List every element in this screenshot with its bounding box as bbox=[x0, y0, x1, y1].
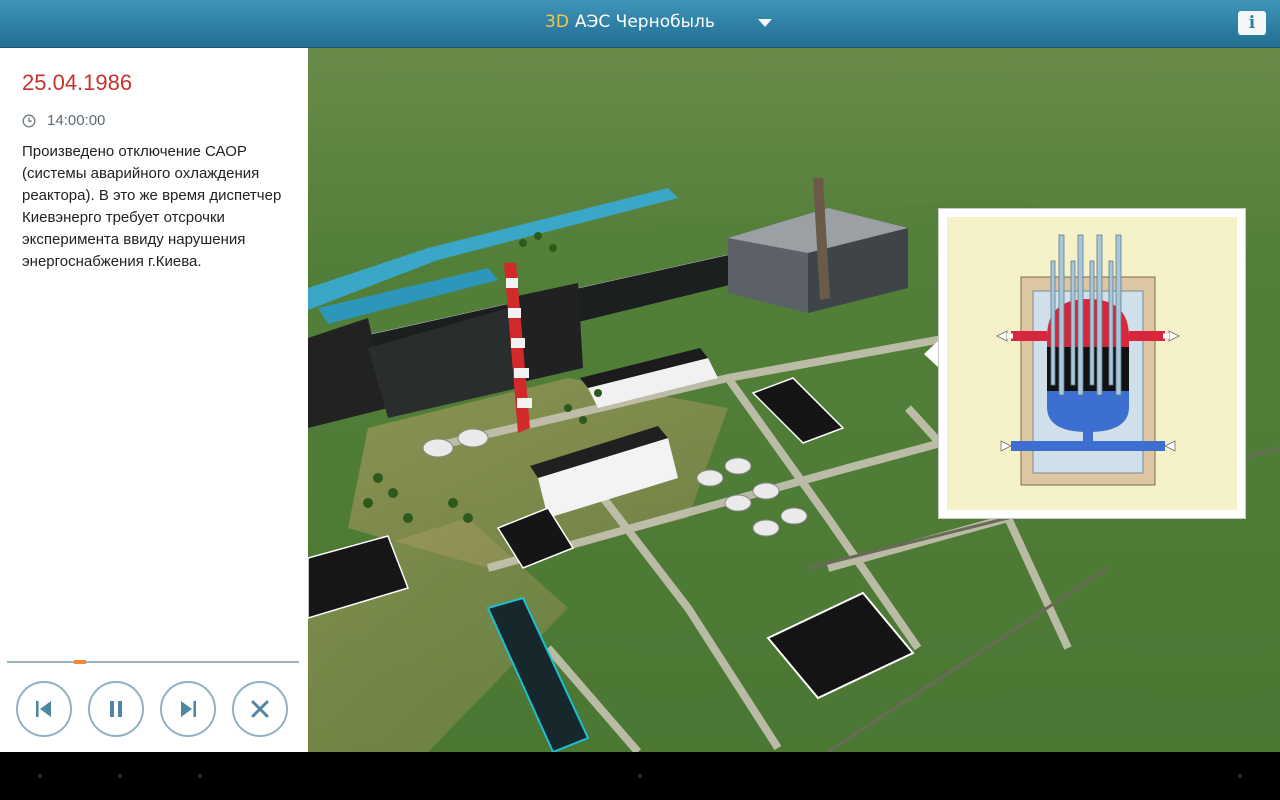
nav-dot bbox=[638, 774, 642, 778]
event-panel: 25.04.1986 14:00:00 Произведено отключен… bbox=[0, 48, 308, 752]
nav-dot bbox=[198, 774, 202, 778]
pause-button[interactable] bbox=[88, 681, 144, 737]
chevron-down-icon[interactable] bbox=[758, 19, 772, 27]
title-prefix: 3D bbox=[545, 12, 569, 32]
timeline-track[interactable] bbox=[7, 661, 299, 663]
event-date: 25.04.1986 bbox=[22, 70, 133, 95]
nav-dot bbox=[1238, 774, 1242, 778]
title-dropdown[interactable]: 3D АЭС Чернобыль bbox=[545, 9, 715, 35]
clock-icon bbox=[22, 114, 36, 127]
event-time-row: 14:00:00 bbox=[22, 112, 105, 129]
event-time: 14:00:00 bbox=[47, 112, 106, 129]
timeline-position[interactable] bbox=[74, 660, 86, 664]
page-title: АЭС Чернобыль bbox=[574, 12, 715, 32]
reactor-diagram bbox=[947, 217, 1237, 510]
nav-dot bbox=[118, 774, 122, 778]
next-button[interactable] bbox=[160, 681, 216, 737]
top-bar: 3D АЭС Чернобыль i bbox=[0, 0, 1280, 48]
info-button[interactable]: i bbox=[1238, 11, 1266, 35]
skip-previous-icon bbox=[36, 701, 51, 717]
previous-button[interactable] bbox=[16, 681, 72, 737]
close-icon bbox=[251, 700, 269, 718]
reactor-schematic-icon bbox=[996, 234, 1180, 486]
event-description: Произведено отключение САОР (системы ава… bbox=[22, 143, 282, 270]
reactor-diagram-popup[interactable] bbox=[938, 208, 1246, 519]
nav-dot bbox=[38, 774, 42, 778]
pause-icon bbox=[110, 701, 122, 717]
close-button[interactable] bbox=[232, 681, 288, 737]
popup-pointer bbox=[924, 340, 939, 368]
skip-next-icon bbox=[181, 701, 196, 717]
